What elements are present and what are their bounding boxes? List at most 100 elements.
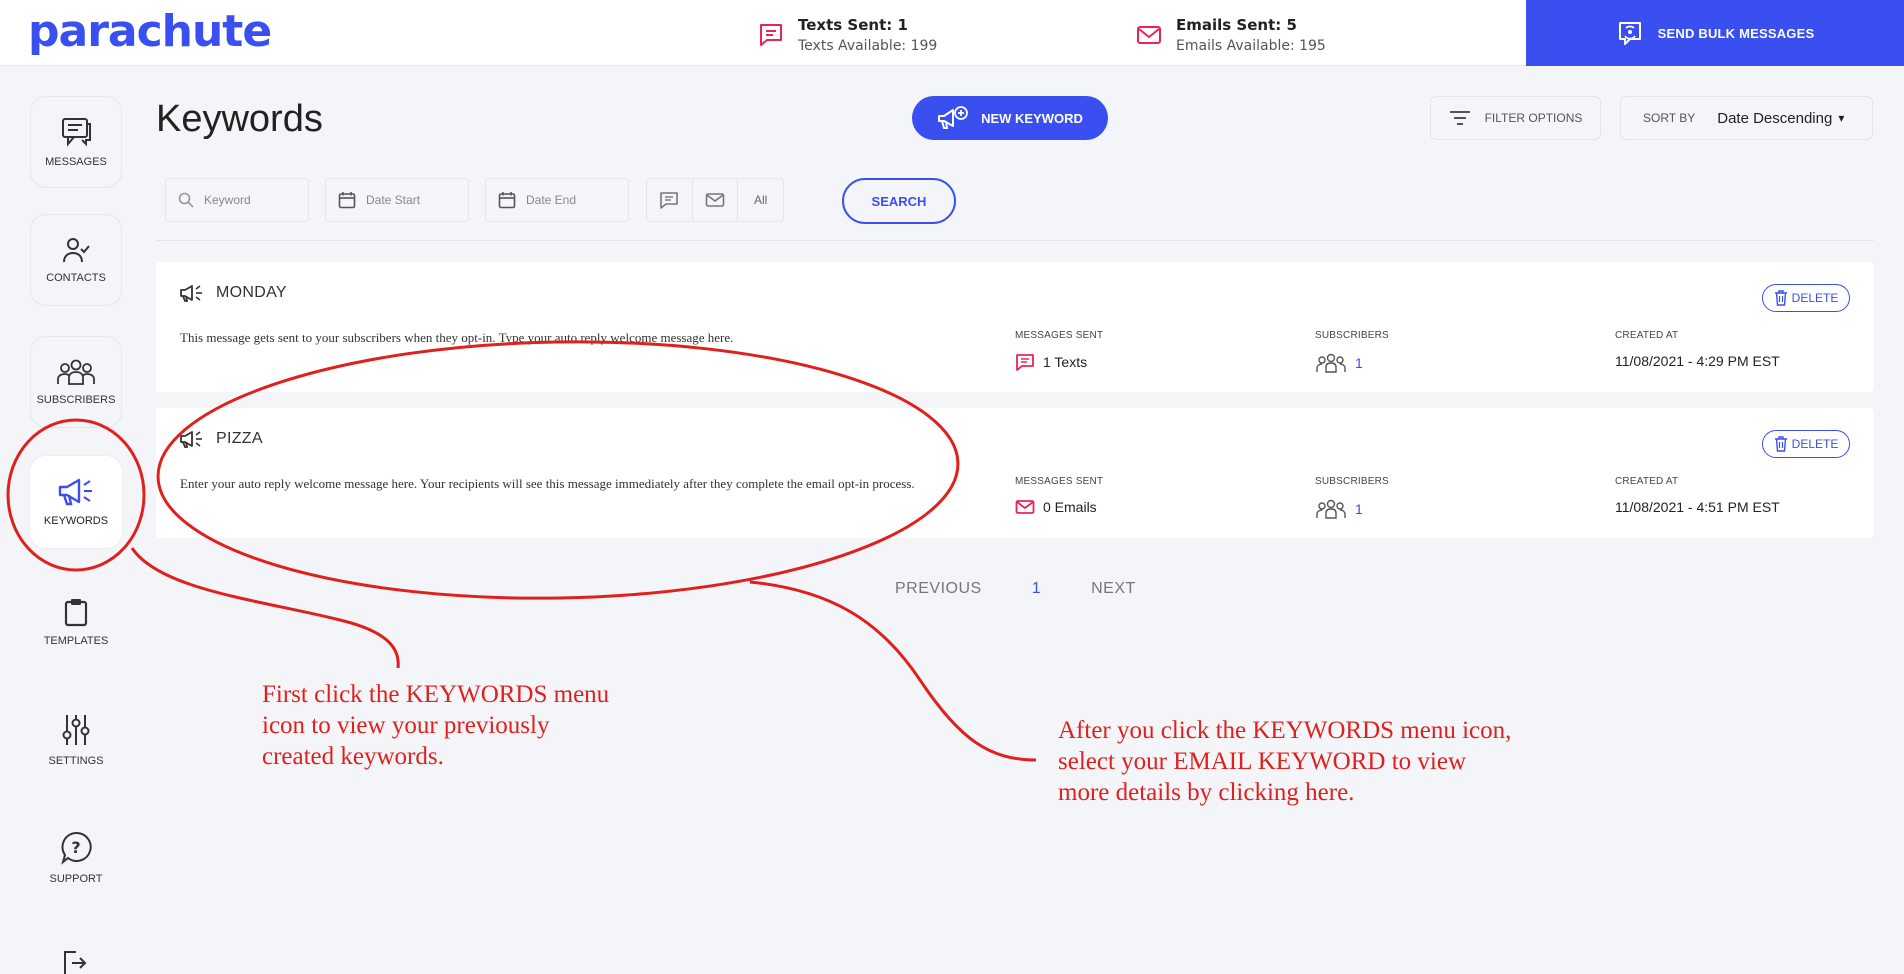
- annotation-first-step: First click the KEYWORDS menu icon to vi…: [262, 681, 610, 770]
- keyword-name: MONDAY: [216, 284, 287, 301]
- annotation-arrow-1: [130, 547, 400, 669]
- keyword-search-input[interactable]: Keyword: [165, 178, 309, 222]
- mail-icon: [1137, 26, 1161, 44]
- messages-sent-column: MESSAGES SENT 0 Emails: [1015, 476, 1103, 515]
- sort-value: Date Descending: [1717, 109, 1833, 127]
- date-end-input[interactable]: Date End: [485, 178, 629, 222]
- trash-icon: [1774, 436, 1787, 452]
- calendar-icon: [338, 192, 356, 209]
- sidebar-label-contacts: CONTACTS: [46, 272, 106, 284]
- clipboard-icon: [64, 599, 88, 627]
- subscribers-count[interactable]: 1: [1355, 355, 1363, 371]
- created-at-header: CREATED AT: [1615, 476, 1679, 487]
- sort-select[interactable]: SORT BY Date Descending ▾: [1620, 96, 1873, 140]
- messages-sent-text: 1 Texts: [1043, 354, 1088, 370]
- current-page[interactable]: 1: [1032, 580, 1041, 598]
- keyword-title: PIZZA: [180, 430, 263, 448]
- sidebar-item-messages[interactable]: MESSAGES: [30, 96, 122, 188]
- subscribers-header: SUBSCRIBERS: [1315, 330, 1389, 341]
- created-at-header: CREATED AT: [1615, 330, 1679, 341]
- subscribers-value: 1: [1315, 353, 1389, 373]
- date-start-placeholder: Date Start: [366, 193, 421, 207]
- send-bulk-messages-button[interactable]: SEND BULK MESSAGES: [1526, 0, 1904, 66]
- delete-button[interactable]: DELETE: [1762, 430, 1850, 458]
- chat-icon: [660, 192, 679, 209]
- keyword-name: PIZZA: [216, 430, 263, 447]
- chat-icon: [760, 24, 782, 46]
- created-at-column: CREATED AT 11/08/2021 - 4:51 PM EST: [1615, 476, 1780, 515]
- sidebar-item-settings[interactable]: SETTINGS: [30, 694, 122, 786]
- channel-filter: All: [646, 178, 784, 222]
- subscribers-icon: [57, 359, 95, 385]
- broadcast-icon: [1618, 22, 1641, 45]
- created-at-value: 11/08/2021 - 4:51 PM EST: [1615, 499, 1780, 515]
- delete-button[interactable]: DELETE: [1762, 284, 1850, 312]
- sidebar-item-templates[interactable]: TEMPLATES: [30, 576, 122, 668]
- sidebar-label-support: SUPPORT: [49, 873, 103, 885]
- messages-sent-value: 0 Emails: [1015, 499, 1103, 515]
- channel-all-toggle[interactable]: All: [738, 179, 783, 221]
- new-keyword-button[interactable]: NEW KEYWORD: [912, 96, 1108, 140]
- megaphone-icon: [180, 431, 202, 448]
- created-at-column: CREATED AT 11/08/2021 - 4:29 PM EST: [1615, 330, 1780, 369]
- filter-label: FILTER OPTIONS: [1484, 111, 1583, 125]
- messages-sent-header: MESSAGES SENT: [1015, 330, 1104, 341]
- keyword-card[interactable]: MONDAY This message gets sent to your su…: [156, 262, 1874, 392]
- messages-sent-text: 0 Emails: [1043, 499, 1097, 515]
- divider: [156, 240, 1874, 241]
- date-end-placeholder: Date End: [526, 193, 577, 207]
- svg-text:?: ?: [71, 838, 80, 857]
- texts-available: Texts Available: 199: [798, 38, 938, 54]
- top-bar: parachute Texts Sent: 1 Texts Available:…: [0, 0, 1904, 66]
- page-title: Keywords: [156, 98, 323, 140]
- filter-options-button[interactable]: FILTER OPTIONS: [1430, 96, 1601, 140]
- date-start-input[interactable]: Date Start: [325, 178, 469, 222]
- bulk-label: SEND BULK MESSAGES: [1657, 25, 1815, 41]
- emails-available: Emails Available: 195: [1176, 38, 1326, 54]
- trash-icon: [1774, 290, 1787, 306]
- mail-icon: [1015, 500, 1035, 514]
- megaphone-icon: [180, 285, 202, 302]
- channel-email-toggle[interactable]: [693, 179, 739, 221]
- next-page-button[interactable]: NEXT: [1091, 580, 1136, 598]
- logout-icon[interactable]: [62, 950, 88, 974]
- annotation-second-step: After you click the KEYWORDS menu icon, …: [1058, 717, 1512, 806]
- sort-label: SORT BY: [1643, 111, 1696, 125]
- help-icon: ?: [61, 831, 92, 865]
- sidebar-label-templates: TEMPLATES: [43, 635, 109, 647]
- sidebar-item-support[interactable]: ? SUPPORT: [30, 812, 122, 904]
- sidebar-item-contacts[interactable]: CONTACTS: [30, 214, 122, 306]
- sidebar-item-subscribers[interactable]: SUBSCRIBERS: [30, 336, 122, 428]
- channel-text-toggle[interactable]: [647, 179, 693, 221]
- chat-icon: [1016, 354, 1034, 371]
- megaphone-icon: [58, 478, 92, 506]
- emails-sent: Emails Sent: 5: [1176, 16, 1297, 34]
- messages-sent-value: 1 Texts: [1015, 353, 1103, 371]
- search-button[interactable]: SEARCH: [842, 178, 956, 224]
- previous-page-button[interactable]: PREVIOUS: [895, 580, 982, 598]
- texts-stat: Texts Sent: 1 Texts Available: 199: [758, 16, 937, 54]
- sidebar-item-keywords[interactable]: KEYWORDS: [30, 456, 122, 548]
- filter-icon: [1449, 111, 1470, 125]
- delete-label: DELETE: [1791, 437, 1839, 451]
- pagination: PREVIOUS 1 NEXT: [895, 580, 1136, 598]
- created-at-value: 11/08/2021 - 4:29 PM EST: [1615, 353, 1780, 369]
- keyword-description: Enter your auto reply welcome message he…: [180, 476, 915, 491]
- search-icon: [178, 192, 194, 208]
- messages-sent-column: MESSAGES SENT 1 Texts: [1015, 330, 1103, 371]
- texts-sent: Texts Sent: 1: [798, 16, 908, 34]
- subscribers-column: SUBSCRIBERS 1: [1315, 476, 1389, 519]
- sidebar-label-subscribers: SUBSCRIBERS: [36, 394, 116, 406]
- messages-sent-header: MESSAGES SENT: [1015, 476, 1104, 487]
- subscribers-value: 1: [1315, 499, 1389, 519]
- keyword-card[interactable]: PIZZA Enter your auto reply welcome mess…: [156, 408, 1874, 538]
- subscribers-header: SUBSCRIBERS: [1315, 476, 1389, 487]
- sidebar-label-settings: SETTINGS: [48, 755, 104, 767]
- keyword-placeholder: Keyword: [204, 193, 251, 207]
- subscribers-count[interactable]: 1: [1355, 501, 1363, 517]
- mail-icon: [705, 193, 725, 207]
- logo[interactable]: parachute: [28, 6, 272, 57]
- keyword-description: This message gets sent to your subscribe…: [180, 330, 734, 345]
- delete-label: DELETE: [1791, 291, 1839, 305]
- messages-icon: [62, 118, 91, 147]
